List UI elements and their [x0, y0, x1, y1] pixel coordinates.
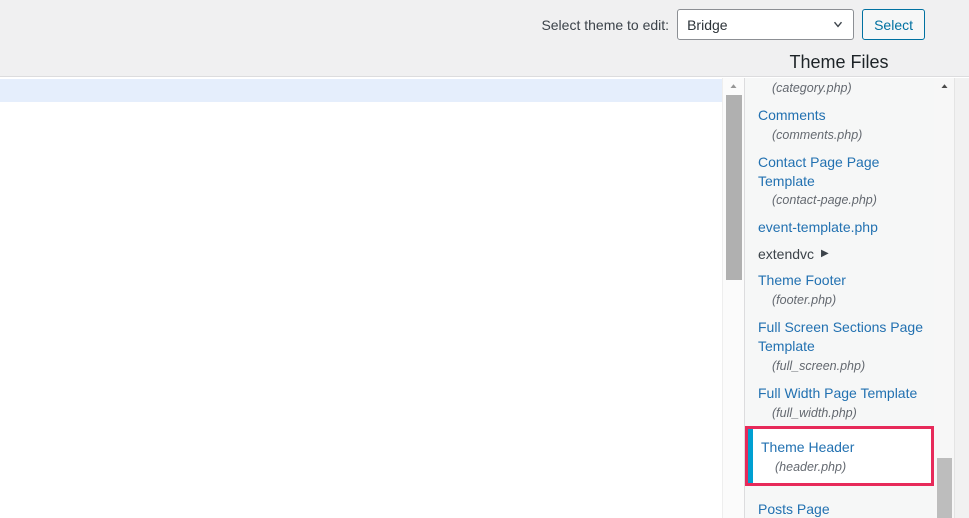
file-list-scrollbar[interactable]	[934, 78, 969, 518]
file-name-label: (header.php)	[775, 460, 847, 475]
chevron-down-icon	[831, 18, 845, 32]
file-title-link[interactable]: Full Width Page Template	[758, 375, 937, 403]
file-list-item[interactable]: Theme Footer (footer.php)	[745, 262, 947, 309]
file-title-link[interactable]: Full Screen Sections Page Template	[758, 309, 937, 356]
file-list-scrollbar-thumb[interactable]	[937, 458, 952, 518]
file-title-link[interactable]: event-template.php	[758, 209, 937, 237]
file-title-link[interactable]: Theme Header	[761, 432, 921, 457]
file-list-scrollbar-track[interactable]	[934, 78, 955, 518]
file-list-item-selected[interactable]: Theme Header (header.php)	[745, 426, 934, 487]
chevron-right-icon: ▶	[821, 248, 829, 260]
file-name-label: (contact-page.php)	[772, 193, 877, 208]
file-list-item[interactable]: Full Width Page Template (full_width.php)	[745, 375, 947, 422]
file-name-label: (footer.php)	[772, 293, 837, 308]
theme-selector-group: Select theme to edit: Bridge Select	[541, 9, 925, 40]
select-theme-label: Select theme to edit:	[541, 16, 670, 33]
file-name-label: (full_screen.php)	[772, 358, 866, 373]
file-title-link[interactable]: Contact Page Page Template	[758, 144, 937, 191]
scrollbar-gutter	[955, 78, 969, 518]
file-title-link[interactable]: Comments	[758, 97, 937, 125]
file-name-label: (full_width.php)	[772, 405, 857, 420]
scroll-up-arrow-icon[interactable]	[723, 78, 744, 95]
theme-select-value: Bridge	[687, 16, 728, 33]
file-title-link[interactable]: Theme Footer	[758, 262, 937, 290]
file-list-item[interactable]: Posts Page(home.php)	[745, 491, 947, 518]
page-scrollbar-thumb[interactable]	[726, 95, 742, 280]
theme-select-dropdown[interactable]: Bridge	[677, 9, 855, 40]
select-theme-button[interactable]: Select	[862, 9, 925, 40]
file-name-label: (category.php)	[772, 81, 852, 95]
file-list-item[interactable]: Full Screen Sections Page Template (full_…	[745, 309, 947, 375]
theme-files-list: (category.php) Comments (comments.php) Cont…	[745, 78, 947, 518]
file-list-item[interactable]: event-template.php	[745, 209, 947, 237]
file-list-folder[interactable]: extendvc ▶	[745, 237, 947, 262]
file-list-item[interactable]: Comments (comments.php)	[745, 97, 947, 144]
editor-active-line	[0, 79, 722, 102]
code-editor-pane[interactable]	[0, 78, 722, 518]
file-list-item[interactable]: (category.php)	[745, 78, 947, 97]
file-list-scroll-up-arrow-icon[interactable]	[934, 78, 954, 95]
file-list-item[interactable]: Contact Page Page Template (contact-page.…	[745, 144, 947, 210]
theme-files-panel[interactable]: (category.php) Comments (comments.php) Cont…	[744, 78, 947, 518]
folder-name: extendvc	[758, 246, 815, 263]
file-name-label: (comments.php)	[772, 127, 863, 142]
theme-files-heading: Theme Files	[789, 52, 889, 72]
page-scrollbar[interactable]	[722, 78, 744, 518]
file-title-link[interactable]: Posts Page	[758, 491, 937, 518]
